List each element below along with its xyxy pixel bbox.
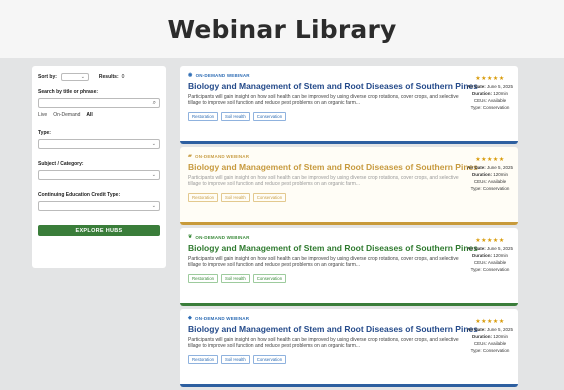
filter-sidebar: Sort by: ⌄ Results: 0 Search by title or … xyxy=(32,66,166,268)
folder-icon: ▰ xyxy=(188,153,193,159)
ceus: CEUs: Available xyxy=(473,341,507,346)
ceus: CEUs: Available xyxy=(473,98,507,103)
type-label: Type: xyxy=(38,130,51,136)
main-content: Sort by: ⌄ Results: 0 Search by title or … xyxy=(0,58,564,390)
results-label: Results: xyxy=(98,74,119,80)
webinar-title[interactable]: Biology and Management of Stem and Root … xyxy=(188,243,478,253)
results-count: Results: 0 xyxy=(99,74,125,80)
duration-label: Duration: xyxy=(471,91,492,96)
webinar-type: Type: Conservation xyxy=(470,267,510,272)
webinar-description: Participants will gain insight on how so… xyxy=(188,256,459,269)
tag-chip[interactable]: Conservation xyxy=(252,111,287,121)
tag-chip[interactable]: Restoration xyxy=(188,273,218,283)
filter-on-demand[interactable]: On-Demand xyxy=(53,112,80,118)
air-date: June 5, 2025 xyxy=(487,165,514,170)
webinar-type: Type: Conservation xyxy=(470,186,510,191)
webinar-card[interactable]: ◉ ON-DEMAND WEBINAR Biology and Manageme… xyxy=(180,66,518,144)
webinar-card[interactable]: ◆ ON-DEMAND WEBINAR Biology and Manageme… xyxy=(180,309,518,387)
subject-label: Subject / Category: xyxy=(38,161,84,167)
air-date: June 5, 2025 xyxy=(487,246,514,251)
tag-chip[interactable]: Conservation xyxy=(252,354,287,364)
filter-live[interactable]: Live xyxy=(38,112,47,118)
tag-chip[interactable]: Soil Health xyxy=(220,192,250,202)
duration-label: Duration: xyxy=(471,253,492,258)
tag-chip[interactable]: Soil Health xyxy=(220,111,250,121)
ceus: CEUs: Available xyxy=(473,179,507,184)
broadcast-filter: Live On-Demand All xyxy=(38,112,160,118)
star-rating: ★★★★★ xyxy=(475,76,505,82)
air-date: June 5, 2025 xyxy=(487,327,514,332)
tag-chip[interactable]: Conservation xyxy=(252,273,287,283)
air-date-label: Air Date: xyxy=(466,84,486,89)
card-accent-bar xyxy=(180,222,518,225)
duration: 120min xyxy=(493,172,509,177)
search-input[interactable]: ⌕ xyxy=(38,98,160,108)
webinar-card[interactable]: ❦ ON-DEMAND WEBINAR Biology and Manageme… xyxy=(180,228,518,306)
chevron-down-icon: ⌄ xyxy=(151,172,156,178)
webinar-title[interactable]: Biology and Management of Stem and Root … xyxy=(188,81,478,91)
explore-hubs-button[interactable]: EXPLORE HUBS xyxy=(38,225,160,236)
webinar-type: Type: Conservation xyxy=(470,348,510,353)
page-header: Webinar Library xyxy=(0,0,564,58)
card-accent-bar xyxy=(180,303,518,306)
ceus: CEUs: Available xyxy=(473,260,507,265)
chevron-down-icon: ⌄ xyxy=(151,203,156,209)
leaf-icon: ❦ xyxy=(188,234,193,240)
search-label: Search by title or phrase: xyxy=(38,89,99,95)
webinar-type-tag: ON-DEMAND WEBINAR xyxy=(195,234,250,240)
webinar-title[interactable]: Biology and Management of Stem and Root … xyxy=(188,162,478,172)
video-icon: ◉ xyxy=(188,72,193,78)
sort-select[interactable]: ⌄ xyxy=(60,73,89,81)
subject-select[interactable]: ⌄ xyxy=(38,170,160,180)
webinar-description: Participants will gain insight on how so… xyxy=(188,175,459,188)
webinar-meta: ★★★★★ Air Date: June 5, 2025 Duration: 1… xyxy=(466,319,514,354)
duration-label: Duration: xyxy=(471,334,492,339)
page-title: Webinar Library xyxy=(167,14,397,44)
air-date-label: Air Date: xyxy=(466,327,486,332)
sort-label: Sort by: xyxy=(38,74,57,80)
webinar-meta: ★★★★★ Air Date: June 5, 2025 Duration: 1… xyxy=(466,76,514,111)
filter-all[interactable]: All xyxy=(86,112,92,118)
chevron-down-icon: ⌄ xyxy=(151,141,156,147)
webinar-type-tag: ON-DEMAND WEBINAR xyxy=(195,153,250,159)
air-date-label: Air Date: xyxy=(466,246,486,251)
webinar-type-tag: ON-DEMAND WEBINAR xyxy=(195,315,250,321)
star-rating: ★★★★★ xyxy=(475,157,505,163)
duration: 120min xyxy=(493,253,509,258)
card-accent-bar xyxy=(180,141,518,144)
results-value: 0 xyxy=(121,74,125,80)
tag-chip[interactable]: Restoration xyxy=(188,111,218,121)
chevron-down-icon: ⌄ xyxy=(80,74,85,80)
webinar-type-tag: ON-DEMAND WEBINAR xyxy=(195,72,250,78)
webinar-meta: ★★★★★ Air Date: June 5, 2025 Duration: 1… xyxy=(466,157,514,192)
duration: 120min xyxy=(493,91,509,96)
search-icon[interactable]: ⌕ xyxy=(153,100,156,107)
type-select[interactable]: ⌄ xyxy=(38,139,160,149)
webinar-card[interactable]: ▰ ON-DEMAND WEBINAR Biology and Manageme… xyxy=(180,147,518,225)
air-date: June 5, 2025 xyxy=(487,84,514,89)
tag-chip[interactable]: Restoration xyxy=(188,192,218,202)
tag-chip[interactable]: Soil Health xyxy=(220,273,250,283)
webinar-description: Participants will gain insight on how so… xyxy=(188,337,459,350)
duration-label: Duration: xyxy=(471,172,492,177)
tag-chip[interactable]: Restoration xyxy=(188,354,218,364)
card-accent-bar xyxy=(180,384,518,387)
star-rating: ★★★★★ xyxy=(475,319,505,325)
webinar-description: Participants will gain insight on how so… xyxy=(188,94,459,107)
ce-credit-label: Continuing Education Credit Type: xyxy=(38,192,121,198)
tag-chip[interactable]: Conservation xyxy=(252,192,287,202)
webinar-meta: ★★★★★ Air Date: June 5, 2025 Duration: 1… xyxy=(466,238,514,273)
air-date-label: Air Date: xyxy=(466,165,486,170)
tag-chip[interactable]: Soil Health xyxy=(220,354,250,364)
webinar-title[interactable]: Biology and Management of Stem and Root … xyxy=(188,324,478,334)
duration: 120min xyxy=(493,334,509,339)
drop-icon: ◆ xyxy=(188,315,193,321)
star-rating: ★★★★★ xyxy=(475,238,505,244)
ce-credit-select[interactable]: ⌄ xyxy=(38,201,160,211)
webinar-type: Type: Conservation xyxy=(470,105,510,110)
